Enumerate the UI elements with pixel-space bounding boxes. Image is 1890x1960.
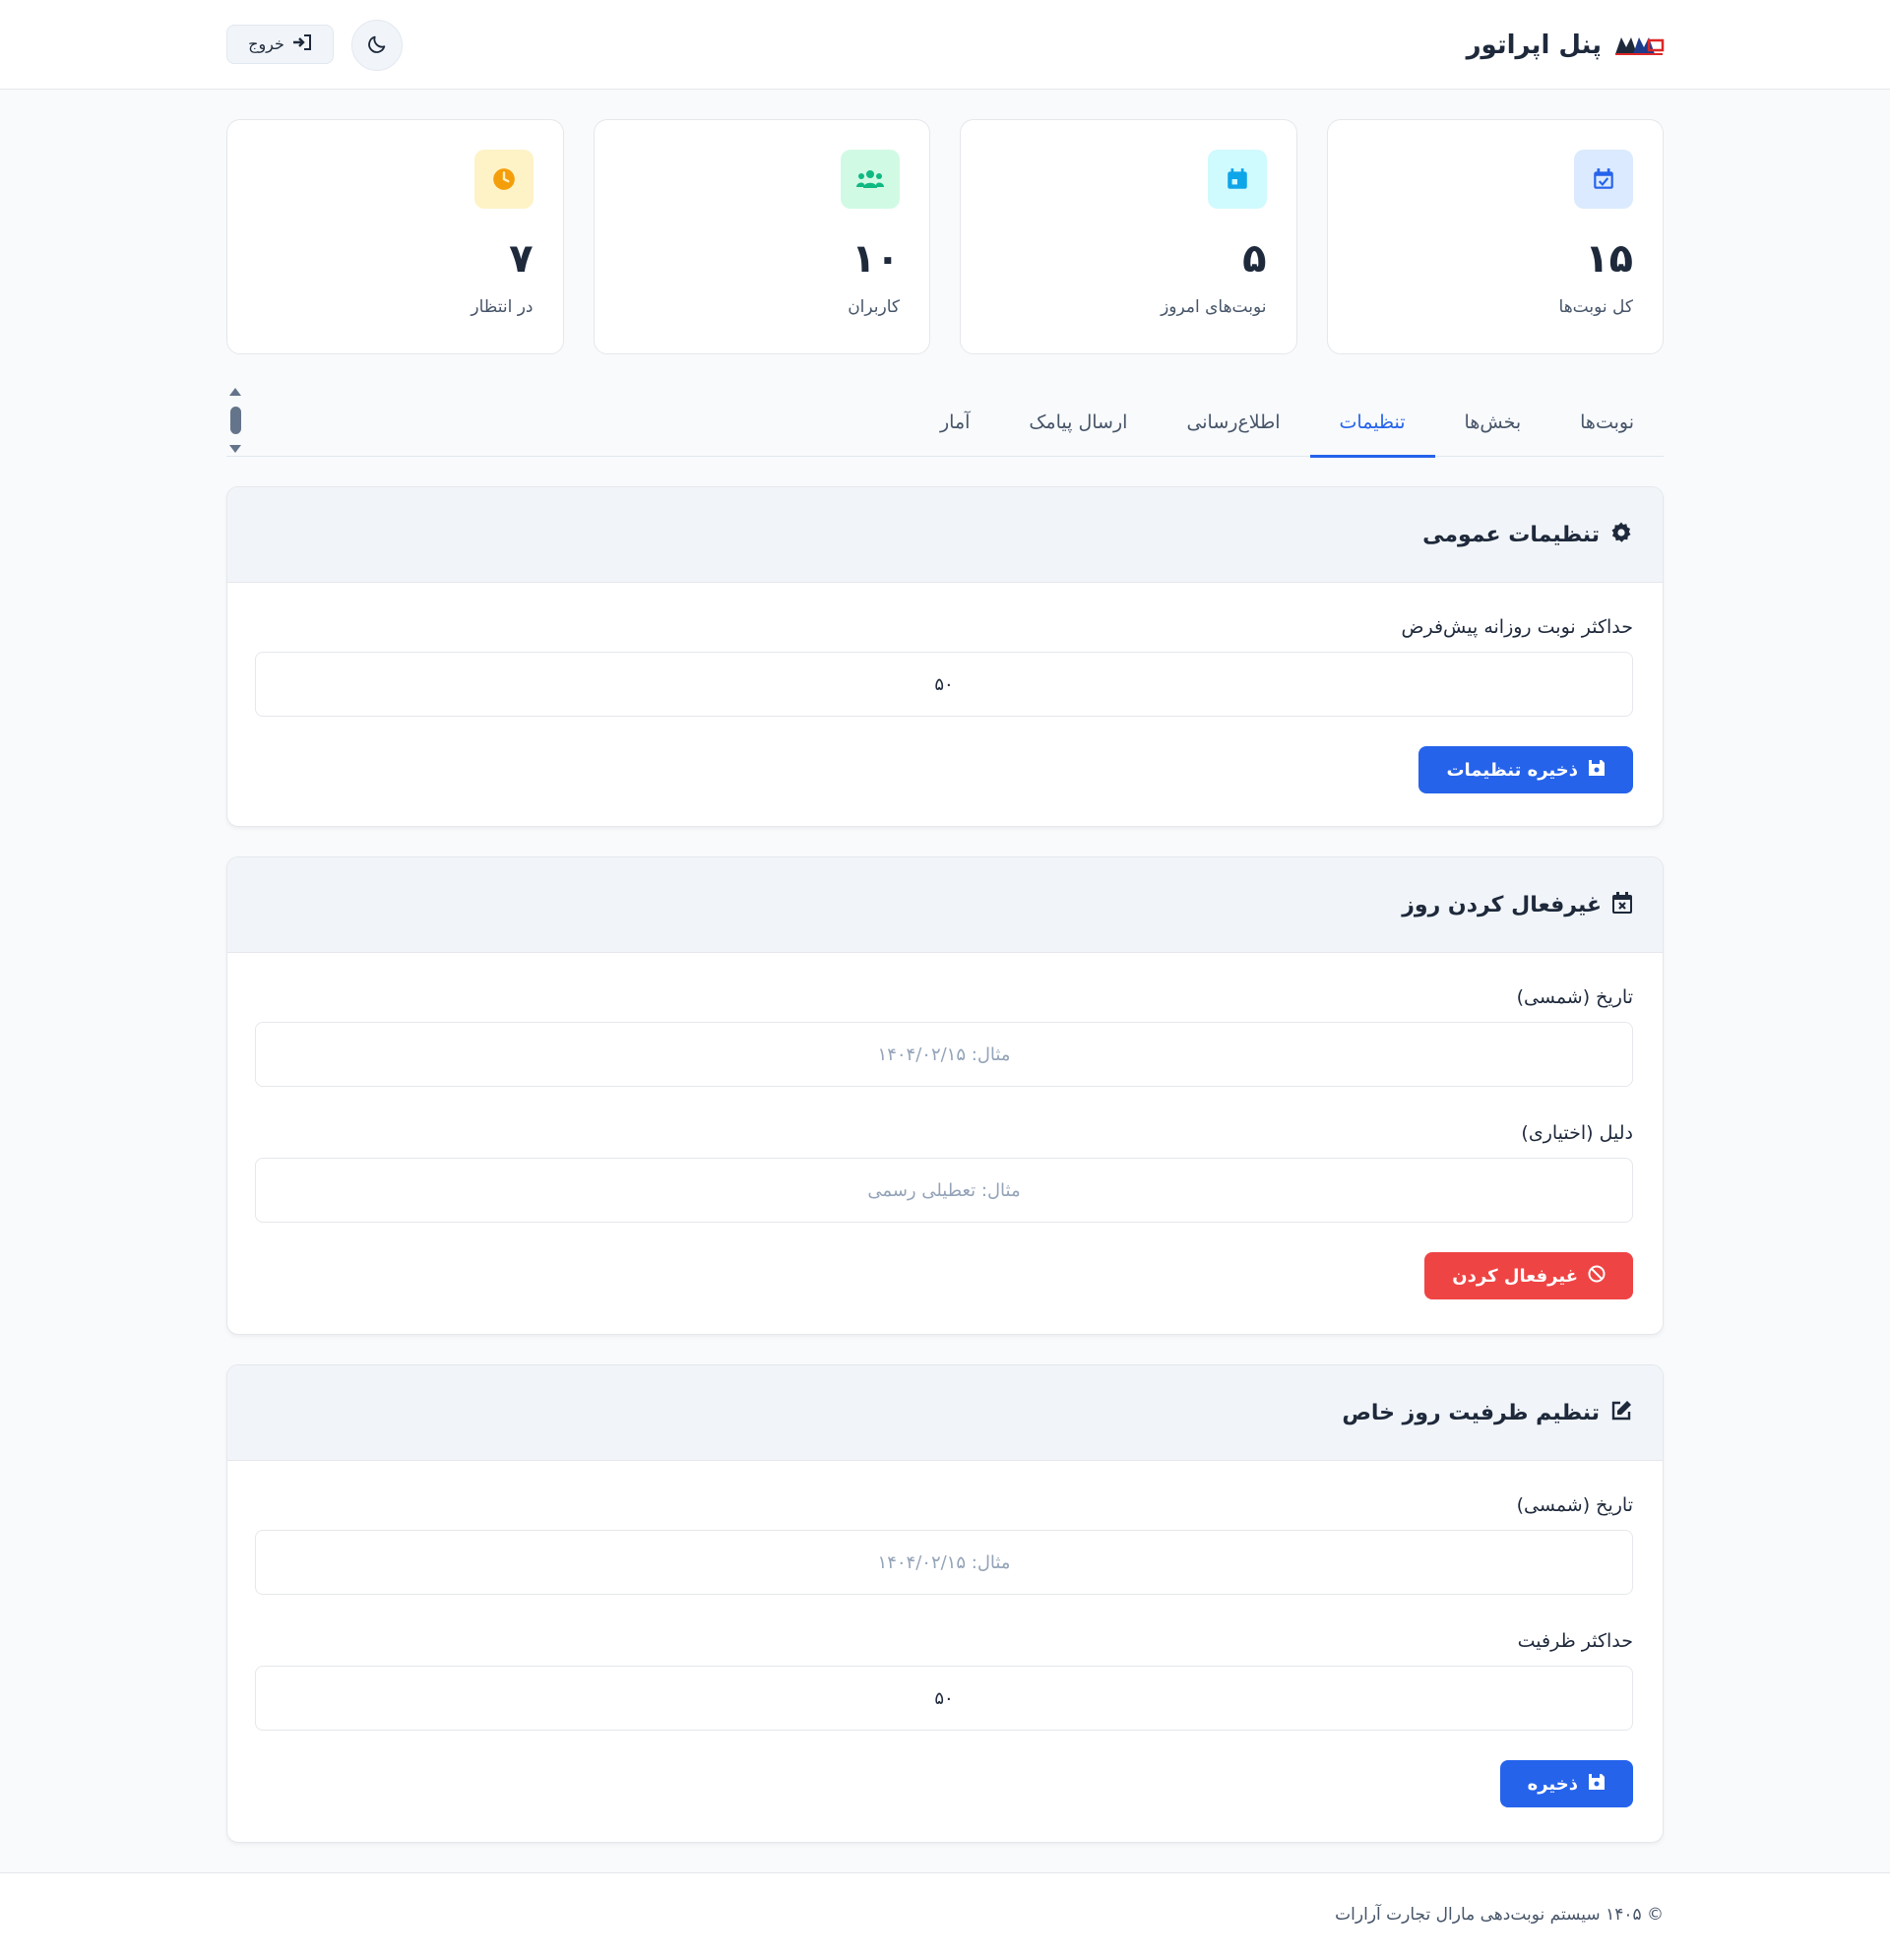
company-logo-icon xyxy=(1613,32,1665,58)
brand: پنل اپراتور xyxy=(1467,28,1665,63)
scroll-up-arrow-icon[interactable] xyxy=(229,388,241,396)
card-title: تنظیمات عمومی xyxy=(1422,522,1600,547)
save-capacity-button[interactable]: ذخیره xyxy=(1499,1760,1633,1807)
stat-label: در انتظار xyxy=(471,297,534,317)
stat-card-users: ۱۰ کاربران xyxy=(593,119,930,354)
card-header: غیرفعال کردن روز xyxy=(227,857,1663,953)
stat-value: ۵ xyxy=(1242,236,1267,282)
top-header: پنل اپراتور خروج xyxy=(0,0,1890,90)
stat-card-total: ۱۵ کل نوبت‌ها xyxy=(1326,119,1664,354)
disable-day-card: غیرفعال کردن روز تاریخ (شمسی) دلیل (اختی… xyxy=(226,856,1664,1335)
default-daily-max-input[interactable] xyxy=(255,652,1633,717)
tab-bar: نوبت‌ها بخش‌ها تنظیمات اطلاع‌رسانی ارسال… xyxy=(226,388,1664,458)
moon-icon xyxy=(366,33,388,58)
field-label: دلیل (اختیاری) xyxy=(1521,1122,1633,1144)
max-capacity-input[interactable] xyxy=(255,1666,1633,1731)
logout-label: خروج xyxy=(248,36,284,53)
stat-card-today: ۵ نوبت‌های امروز xyxy=(960,119,1297,354)
tab-departments[interactable]: بخش‌ها xyxy=(1435,388,1551,457)
calendar-x-icon xyxy=(1611,891,1633,918)
tab-scrollbar[interactable] xyxy=(226,388,244,453)
disable-reason-input[interactable] xyxy=(255,1158,1633,1223)
save-icon xyxy=(1588,759,1606,782)
button-label: ذخیره تنظیمات xyxy=(1446,759,1578,781)
disable-day-button[interactable]: غیرفعال کردن xyxy=(1424,1252,1633,1299)
theme-toggle-button[interactable] xyxy=(351,20,403,71)
stat-card-pending: ۷ در انتظار xyxy=(226,119,564,354)
stat-value: ۷ xyxy=(509,236,534,282)
logout-button[interactable]: خروج xyxy=(226,25,334,64)
card-header: تنظیم ظرفیت روز خاص xyxy=(227,1365,1663,1461)
capacity-date-input[interactable] xyxy=(255,1530,1633,1595)
field-label: حداکثر نوبت روزانه پیش‌فرض xyxy=(1401,616,1634,638)
special-capacity-card: تنظیم ظرفیت روز خاص تاریخ (شمسی) حداکثر … xyxy=(226,1364,1664,1843)
sign-out-icon xyxy=(292,33,312,55)
users-icon xyxy=(841,150,900,209)
scroll-thumb[interactable] xyxy=(229,407,241,434)
ban-icon xyxy=(1588,1265,1606,1288)
gear-icon xyxy=(1609,521,1633,548)
tab-send-sms[interactable]: ارسال پیامک xyxy=(999,388,1157,457)
calendar-day-icon xyxy=(1207,150,1267,209)
button-label: ذخیره xyxy=(1527,1773,1578,1795)
tab-appointments[interactable]: نوبت‌ها xyxy=(1550,388,1664,457)
tab-stats[interactable]: آمار xyxy=(911,388,999,457)
card-header: تنظیمات عمومی xyxy=(227,487,1663,583)
stat-label: نوبت‌های امروز xyxy=(1161,297,1267,317)
general-settings-card: تنظیمات عمومی حداکثر نوبت روزانه پیش‌فرض… xyxy=(226,486,1664,827)
save-settings-button[interactable]: ذخیره تنظیمات xyxy=(1418,746,1633,793)
stat-value: ۱۵ xyxy=(1585,236,1633,282)
footer-copyright: © ۱۴۰۵ سیستم نوبت‌دهی مارال تجارت آرارات xyxy=(1335,1905,1664,1925)
stat-label: کل نوبت‌ها xyxy=(1558,297,1633,317)
clock-icon xyxy=(473,150,534,209)
field-label: تاریخ (شمسی) xyxy=(1516,1494,1633,1516)
page-title: پنل اپراتور xyxy=(1466,31,1602,60)
field-label: حداکثر ظرفیت xyxy=(1517,1630,1633,1652)
field-label: تاریخ (شمسی) xyxy=(1516,986,1633,1008)
card-title: تنظیم ظرفیت روز خاص xyxy=(1342,1400,1600,1425)
stat-value: ۱۰ xyxy=(851,236,900,282)
tab-notifications[interactable]: اطلاع‌رسانی xyxy=(1157,388,1309,457)
stats-row: ۱۵ کل نوبت‌ها ۵ نوبت‌های امروز ۱۰ کاربرا… xyxy=(226,119,1664,354)
edit-icon xyxy=(1609,1399,1633,1426)
card-title: غیرفعال کردن روز xyxy=(1402,892,1602,917)
stat-label: کاربران xyxy=(848,297,900,317)
disable-date-input[interactable] xyxy=(255,1022,1633,1087)
calendar-check-icon xyxy=(1574,150,1633,209)
scroll-down-arrow-icon[interactable] xyxy=(229,445,241,453)
save-icon xyxy=(1588,1773,1606,1796)
button-label: غیرفعال کردن xyxy=(1452,1265,1578,1287)
footer: © ۱۴۰۵ سیستم نوبت‌دهی مارال تجارت آرارات xyxy=(0,1872,1890,1960)
tab-list: نوبت‌ها بخش‌ها تنظیمات اطلاع‌رسانی ارسال… xyxy=(911,388,1664,458)
tab-settings[interactable]: تنظیمات xyxy=(1309,388,1435,458)
